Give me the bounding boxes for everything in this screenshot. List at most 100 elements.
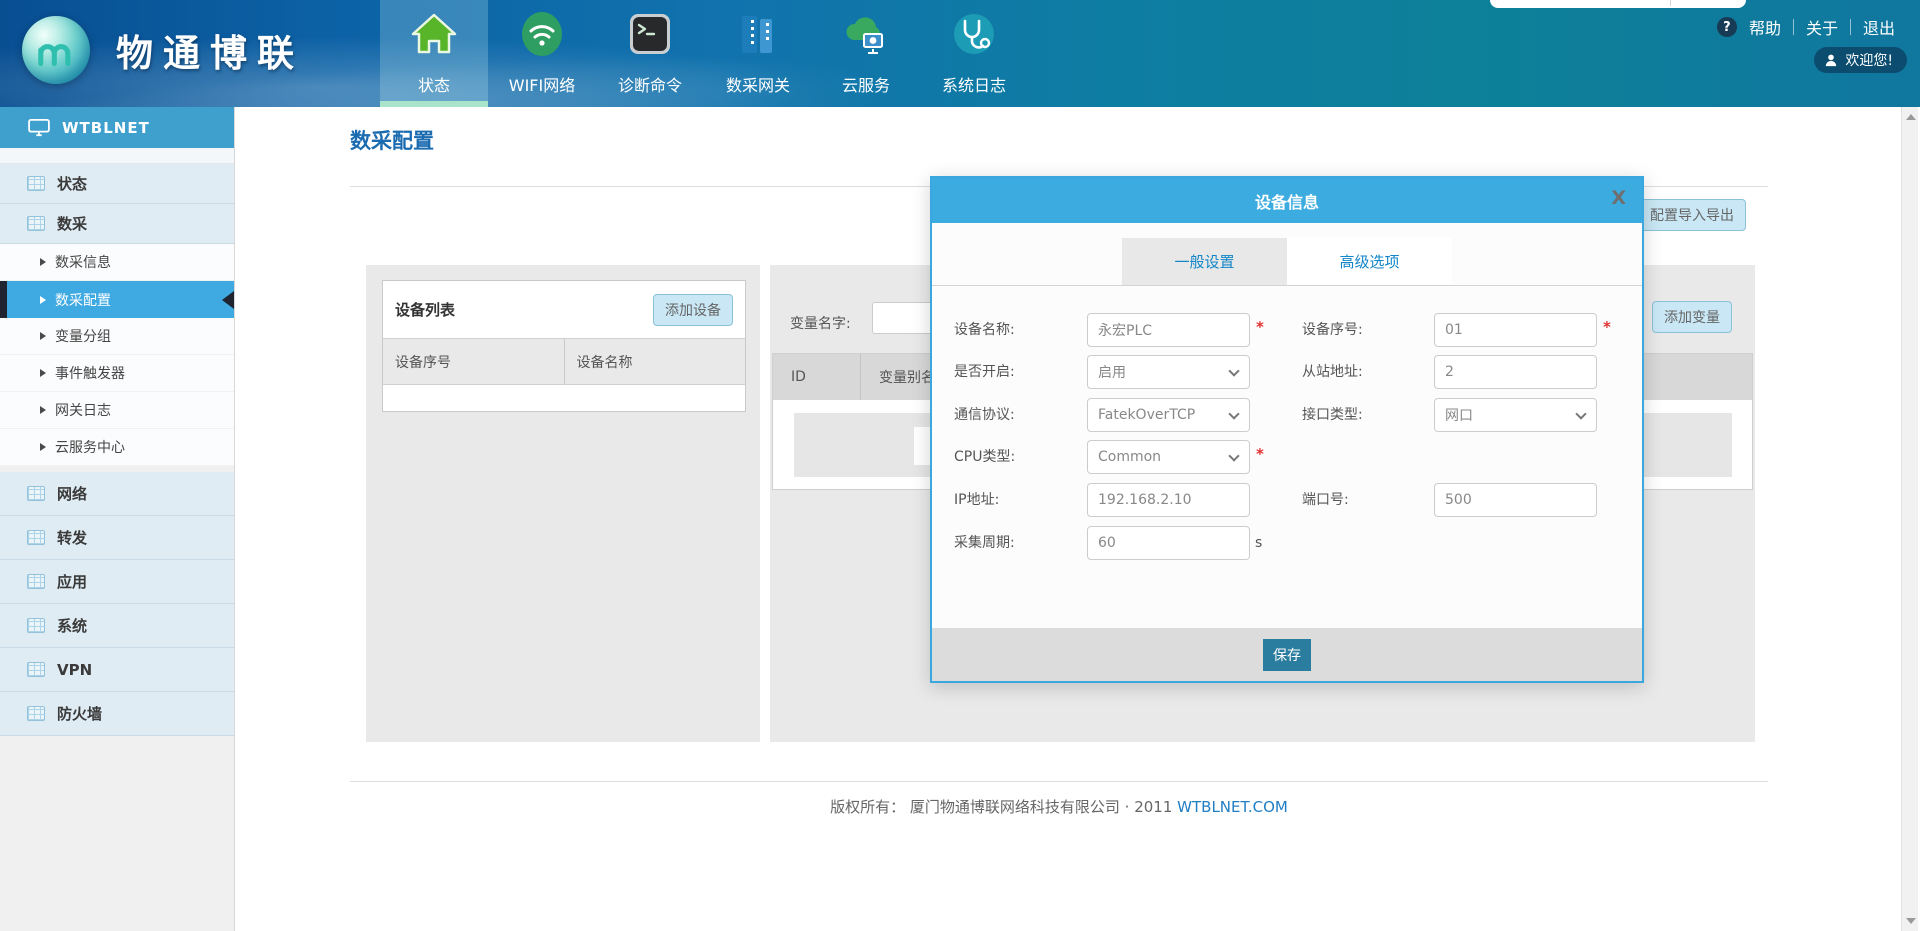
top-navigation: 状态 WIFI网络 诊断命令 <box>380 0 1028 107</box>
port-label: 端口号: <box>1302 483 1427 517</box>
divider <box>1850 19 1851 35</box>
modal-header: 设备信息 X <box>932 178 1642 223</box>
ip-address-input[interactable] <box>1087 483 1250 517</box>
column-device-name: 设备名称 <box>564 339 746 384</box>
protocol-field: FatekOverTCP <box>1087 398 1250 432</box>
submenu-item-vargroup[interactable]: 变量分组 <box>0 318 234 355</box>
list-icon <box>27 216 45 231</box>
submenu-item-datainfo[interactable]: 数采信息 <box>0 244 234 281</box>
gateway-icon <box>733 9 783 59</box>
footer-link[interactable]: WTBLNET.COM <box>1177 798 1288 816</box>
sidebar-spacer <box>0 148 234 164</box>
sidebar-item-forward[interactable]: 转发 <box>0 516 234 560</box>
ip-address-label: IP地址: <box>954 483 1079 517</box>
sidebar-item-system[interactable]: 系统 <box>0 604 234 648</box>
welcome-badge[interactable]: 欢迎您! <box>1814 47 1907 73</box>
user-icon <box>1824 53 1838 67</box>
brand: 物通博联 <box>22 16 304 84</box>
scroll-down-arrow-icon[interactable] <box>1906 918 1916 924</box>
list-icon <box>27 486 45 501</box>
modal-footer: 保存 <box>932 628 1642 681</box>
nav-item-cloud[interactable]: 云服务 <box>812 0 920 107</box>
submenu-label: 事件触发器 <box>55 363 125 383</box>
sidebar-item-datacollect[interactable]: 数采 <box>0 204 234 244</box>
required-marker: * <box>1603 318 1615 336</box>
submenu-item-gatewaylog[interactable]: 网关日志 <box>0 392 234 429</box>
chevron-down-icon <box>1575 408 1586 419</box>
sidebar: WTBLNET 状态 数采 数采信息 数采配置 变量分组 事件触发器 网关日志 <box>0 107 235 931</box>
slave-address-label: 从站地址: <box>1302 355 1427 389</box>
tab-advanced-options[interactable]: 高级选项 <box>1287 238 1452 285</box>
welcome-text: 欢迎您! <box>1845 50 1893 70</box>
sidebar-item-label: 转发 <box>57 527 87 548</box>
submenu-item-eventtrigger[interactable]: 事件触发器 <box>0 355 234 392</box>
device-serial-label: 设备序号: <box>1302 313 1427 347</box>
add-variable-button[interactable]: 添加变量 <box>1652 301 1732 333</box>
sidebar-item-label: 状态 <box>57 173 87 194</box>
sidebar-item-network[interactable]: 网络 <box>0 472 234 516</box>
close-icon[interactable]: X <box>1611 187 1626 209</box>
sidebar-header: WTBLNET <box>0 107 234 148</box>
caret-right-icon <box>40 332 46 340</box>
tab-general-settings[interactable]: 一般设置 <box>1122 238 1287 285</box>
nav-item-gateway[interactable]: 数采网关 <box>704 0 812 107</box>
add-device-button[interactable]: 添加设备 <box>653 294 733 326</box>
nav-label: 状态 <box>418 72 450 96</box>
help-link[interactable]: 帮助 <box>1749 15 1781 39</box>
protocol-select[interactable]: FatekOverTCP <box>1087 398 1250 432</box>
chevron-down-icon <box>1228 365 1239 376</box>
submenu-item-dataconfig[interactable]: 数采配置 <box>0 281 234 318</box>
chevron-down-icon <box>1228 450 1239 461</box>
port-input[interactable] <box>1434 483 1597 517</box>
device-name-input[interactable] <box>1087 313 1250 347</box>
enabled-label: 是否开启: <box>954 355 1079 389</box>
logo-m-glyph <box>34 28 78 72</box>
list-icon <box>27 176 45 191</box>
sidebar-item-label: 网络 <box>57 483 87 504</box>
sidebar-item-apps[interactable]: 应用 <box>0 560 234 604</box>
nav-item-status[interactable]: 状态 <box>380 0 488 107</box>
device-serial-input[interactable] <box>1434 313 1597 347</box>
select-value: FatekOverTCP <box>1098 407 1195 423</box>
select-value: 启用 <box>1098 362 1126 382</box>
scroll-up-arrow-icon[interactable] <box>1906 114 1916 120</box>
vertical-scrollbar[interactable] <box>1901 107 1918 931</box>
save-button[interactable]: 保存 <box>1263 639 1311 671</box>
brand-name: 物通博联 <box>116 23 304 77</box>
nav-label: WIFI网络 <box>509 72 575 96</box>
modal-title: 设备信息 <box>1255 189 1319 213</box>
collect-period-field <box>1087 526 1250 560</box>
select-value: 网口 <box>1445 405 1473 425</box>
submenu-label: 变量分组 <box>55 326 111 346</box>
sidebar-item-status[interactable]: 状态 <box>0 164 234 204</box>
about-link[interactable]: 关于 <box>1806 15 1838 39</box>
sidebar-item-vpn[interactable]: VPN <box>0 648 234 692</box>
sidebar-title: WTBLNET <box>62 119 150 137</box>
collect-period-input[interactable] <box>1087 526 1250 560</box>
sidebar-item-firewall[interactable]: 防火墙 <box>0 692 234 736</box>
logout-link[interactable]: 退出 <box>1863 15 1895 39</box>
column-id: ID <box>773 354 860 400</box>
nav-item-wifi[interactable]: WIFI网络 <box>488 0 596 107</box>
search-box-partial[interactable] <box>1490 0 1746 8</box>
enabled-select[interactable]: 启用 <box>1087 355 1250 389</box>
slave-address-input[interactable] <box>1434 355 1597 389</box>
chevron-down-icon <box>1228 408 1239 419</box>
enabled-field: 启用 <box>1087 355 1250 389</box>
config-import-export-button[interactable]: 配置导入导出 <box>1638 199 1746 231</box>
caret-right-icon <box>40 258 46 266</box>
nav-item-syslog[interactable]: 系统日志 <box>920 0 1028 107</box>
device-list-panel: 设备列表 添加设备 设备序号 设备名称 <box>366 265 760 742</box>
terminal-icon <box>625 9 675 59</box>
top-banner: 物通博联 状态 WIFI网络 <box>0 0 1920 107</box>
interface-type-select[interactable]: 网口 <box>1434 398 1597 432</box>
cpu-type-select[interactable]: Common <box>1087 440 1250 474</box>
submenu-item-cloudcenter[interactable]: 云服务中心 <box>0 429 234 466</box>
device-serial-field <box>1434 313 1597 347</box>
cloud-icon <box>841 9 891 59</box>
copyright-text: 版权所有： 厦门物通博联网络科技有限公司 · 2011 <box>830 798 1172 816</box>
port-field <box>1434 483 1597 517</box>
list-icon <box>27 618 45 633</box>
nav-item-terminal[interactable]: 诊断命令 <box>596 0 704 107</box>
modal-tabs: 一般设置 高级选项 <box>932 238 1642 285</box>
